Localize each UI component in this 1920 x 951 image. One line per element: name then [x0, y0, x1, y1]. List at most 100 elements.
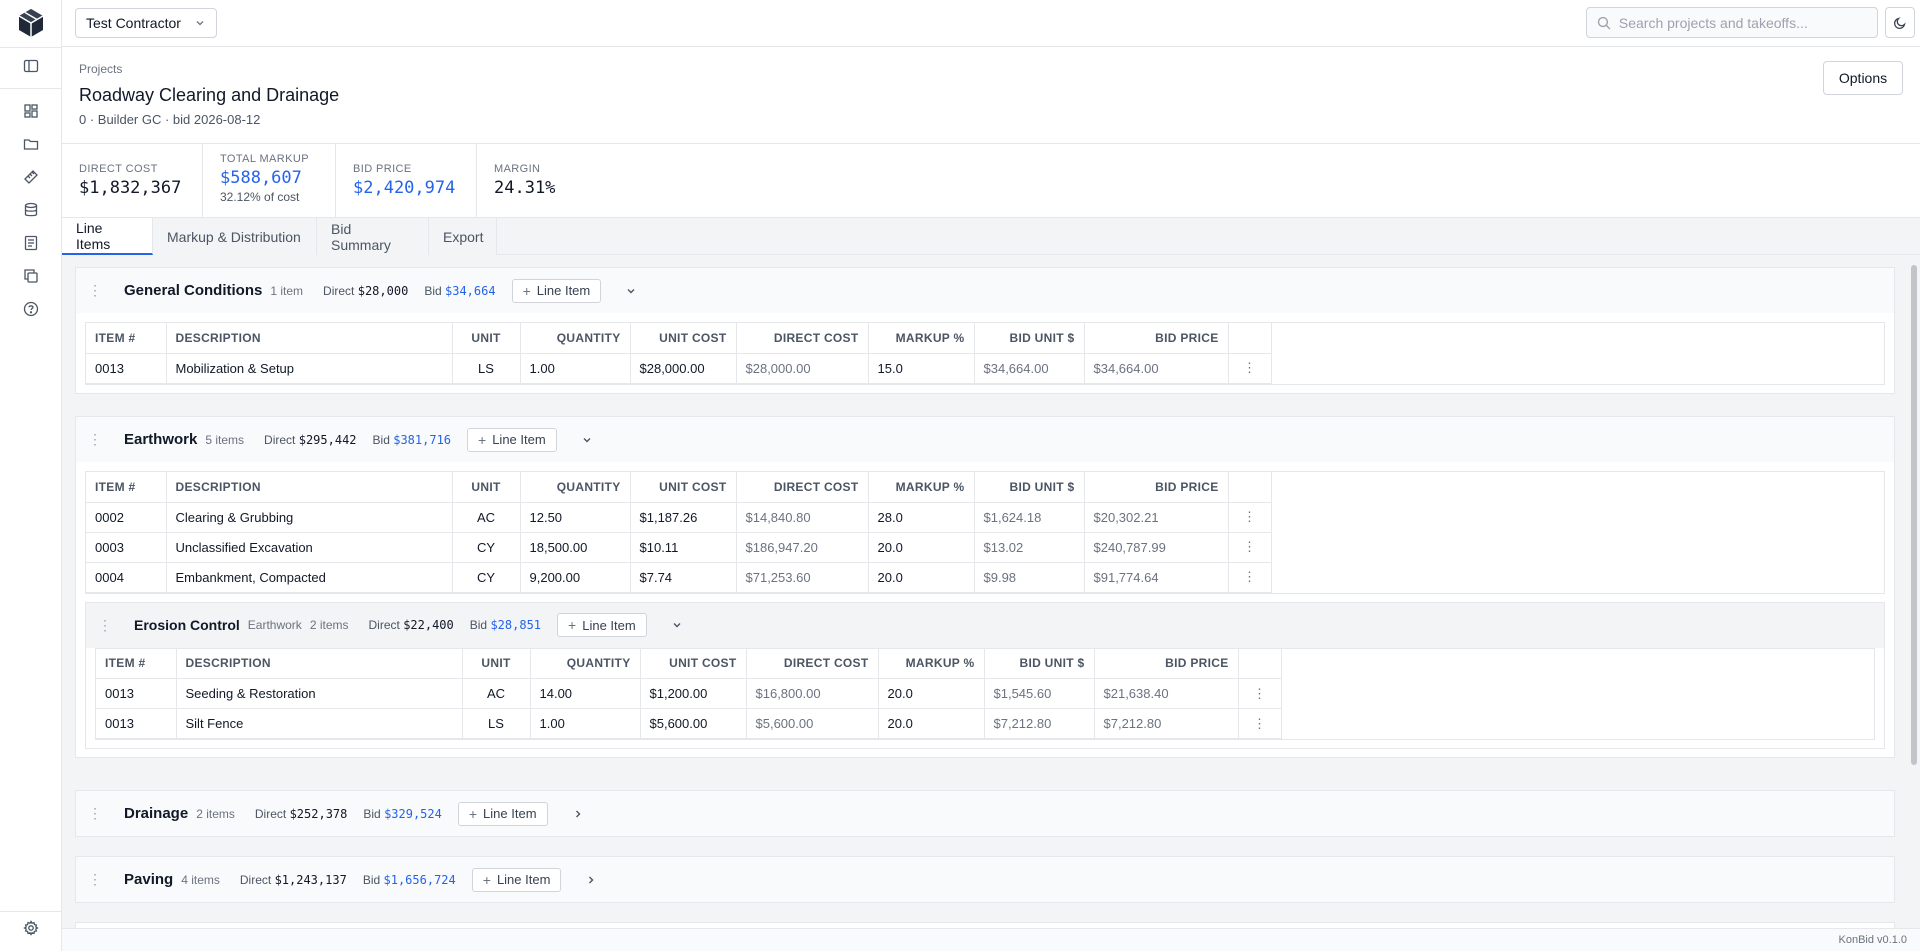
cell-markup[interactable]: 20.0 — [878, 708, 985, 739]
stat-value: 24.31% — [494, 178, 556, 198]
cell-unit[interactable]: CY — [452, 532, 521, 563]
row-menu-icon[interactable]: ⋮ — [1228, 502, 1272, 533]
drag-handle-icon[interactable]: ⋮ — [88, 431, 102, 448]
document-icon[interactable] — [19, 231, 43, 255]
search-box[interactable] — [1586, 7, 1878, 38]
plus-icon: + — [568, 617, 577, 633]
chevron-right-icon[interactable] — [570, 806, 586, 822]
tab-bid-summary[interactable]: Bid Summary — [317, 218, 429, 255]
cell-description[interactable]: Silt Fence — [176, 708, 463, 739]
organization-select[interactable]: Test Contractor — [75, 8, 217, 38]
cell-quantity[interactable]: 9,200.00 — [520, 562, 631, 593]
cell-item-number[interactable]: 0003 — [86, 532, 167, 563]
line-items-table: ITEM # DESCRIPTION UNIT QUANTITY UNIT CO… — [96, 648, 1282, 739]
column-header: DIRECT COST — [736, 472, 869, 503]
cell-description[interactable]: Seeding & Restoration — [176, 678, 463, 709]
cell-description[interactable]: Unclassified Excavation — [166, 532, 453, 563]
table-row: 0004 Embankment, Compacted CY 9,200.00 $… — [86, 562, 1272, 593]
drag-handle-icon[interactable]: ⋮ — [88, 805, 102, 822]
cell-item-number[interactable]: 0002 — [86, 502, 167, 533]
cell-description[interactable]: Embankment, Compacted — [166, 562, 453, 593]
cell-item-number[interactable]: 0013 — [96, 678, 177, 709]
group-header: ⋮ Paving 4 items Direct $1,243,137 Bid $… — [76, 857, 1894, 902]
add-line-item-button[interactable]: + Line Item — [557, 613, 647, 637]
add-line-item-button[interactable]: + Line Item — [467, 427, 557, 452]
search-input[interactable] — [1618, 14, 1867, 31]
stat-value: $2,420,974 — [353, 178, 456, 198]
cell-unit-cost[interactable]: $1,187.26 — [630, 502, 737, 533]
cell-unit[interactable]: AC — [462, 678, 531, 709]
column-header: MARKUP % — [868, 323, 975, 354]
add-line-item-button[interactable]: + Line Item — [511, 278, 602, 303]
bid-label: Bid — [362, 872, 381, 887]
cell-quantity[interactable]: 1.00 — [530, 708, 641, 739]
ruler-icon[interactable] — [19, 165, 43, 189]
sidebar-toggle-icon[interactable] — [19, 54, 43, 78]
cell-unit-cost[interactable]: $1,200.00 — [640, 678, 747, 709]
cell-unit[interactable]: LS — [452, 353, 521, 384]
cell-markup[interactable]: 28.0 — [868, 502, 975, 533]
cell-quantity[interactable]: 12.50 — [520, 502, 631, 533]
bid-label: Bid — [469, 618, 488, 632]
breadcrumb[interactable]: Projects — [79, 62, 122, 76]
row-menu-icon[interactable]: ⋮ — [1238, 708, 1282, 739]
cell-markup[interactable]: 20.0 — [868, 532, 975, 563]
column-header-actions — [1238, 648, 1282, 679]
chevron-right-icon[interactable] — [583, 872, 599, 888]
add-line-item-button[interactable]: + Line Item — [457, 801, 548, 826]
help-icon[interactable] — [19, 297, 43, 321]
row-menu-icon[interactable]: ⋮ — [1228, 353, 1272, 384]
tab-export[interactable]: Export — [429, 218, 497, 255]
cell-item-number[interactable]: 0013 — [86, 353, 167, 384]
options-button[interactable]: Options — [1823, 61, 1903, 95]
cell-quantity[interactable]: 14.00 — [530, 678, 641, 709]
cell-quantity[interactable]: 1.00 — [520, 353, 631, 384]
dashboard-icon[interactable] — [19, 99, 43, 123]
cell-unit-cost[interactable]: $10.11 — [630, 532, 737, 563]
cell-quantity[interactable]: 18,500.00 — [520, 532, 631, 563]
cell-markup[interactable]: 20.0 — [878, 678, 985, 709]
group-direct: Direct $28,000 — [323, 284, 408, 298]
chevron-down-icon[interactable] — [669, 617, 685, 633]
cell-description[interactable]: Mobilization & Setup — [166, 353, 453, 384]
group-count: 2 items — [196, 806, 235, 821]
cell-unit[interactable]: CY — [452, 562, 521, 593]
settings-gear-icon[interactable] — [19, 916, 43, 940]
column-header: UNIT — [462, 648, 531, 679]
stat-sub: 32.12% of cost — [220, 190, 300, 204]
scrollbar-thumb[interactable] — [1911, 265, 1917, 765]
cell-markup[interactable]: 15.0 — [868, 353, 975, 384]
drag-handle-icon[interactable]: ⋮ — [88, 871, 102, 888]
theme-toggle-button[interactable] — [1885, 7, 1915, 38]
cell-unit[interactable]: AC — [452, 502, 521, 533]
cell-unit-cost[interactable]: $7.74 — [630, 562, 737, 593]
cell-unit-cost[interactable]: $5,600.00 — [640, 708, 747, 739]
database-icon[interactable] — [19, 198, 43, 222]
add-line-item-button[interactable]: + Line Item — [471, 867, 562, 892]
top-bar: Test Contractor — [62, 0, 1920, 47]
cell-description[interactable]: Clearing & Grubbing — [166, 502, 453, 533]
tab-markup-distribution[interactable]: Markup & Distribution — [153, 218, 317, 255]
row-menu-icon[interactable]: ⋮ — [1228, 562, 1272, 593]
line-items-panel: ⋮ General Conditions 1 item Direct $28,0… — [62, 255, 1920, 928]
column-header: BID PRICE — [1094, 648, 1239, 679]
column-header: ITEM # — [96, 648, 177, 679]
row-menu-icon[interactable]: ⋮ — [1228, 532, 1272, 563]
tab-line-items[interactable]: Line Items — [62, 218, 153, 255]
cell-item-number[interactable]: 0013 — [96, 708, 177, 739]
drag-handle-icon[interactable]: ⋮ — [88, 282, 102, 299]
drag-handle-icon[interactable]: ⋮ — [98, 617, 112, 634]
chevron-down-icon[interactable] — [579, 432, 595, 448]
stat-label: MARGIN — [494, 163, 541, 175]
cell-unit-cost[interactable]: $28,000.00 — [630, 353, 737, 384]
logo-cube-icon[interactable] — [17, 8, 45, 38]
direct-label: Direct — [368, 618, 400, 632]
content-scrollbar[interactable] — [1908, 255, 1920, 928]
cell-item-number[interactable]: 0004 — [86, 562, 167, 593]
cell-markup[interactable]: 20.0 — [868, 562, 975, 593]
cell-unit[interactable]: LS — [462, 708, 531, 739]
chevron-down-icon[interactable] — [623, 283, 639, 299]
copy-icon[interactable] — [19, 264, 43, 288]
folder-icon[interactable] — [19, 132, 43, 156]
row-menu-icon[interactable]: ⋮ — [1238, 678, 1282, 709]
